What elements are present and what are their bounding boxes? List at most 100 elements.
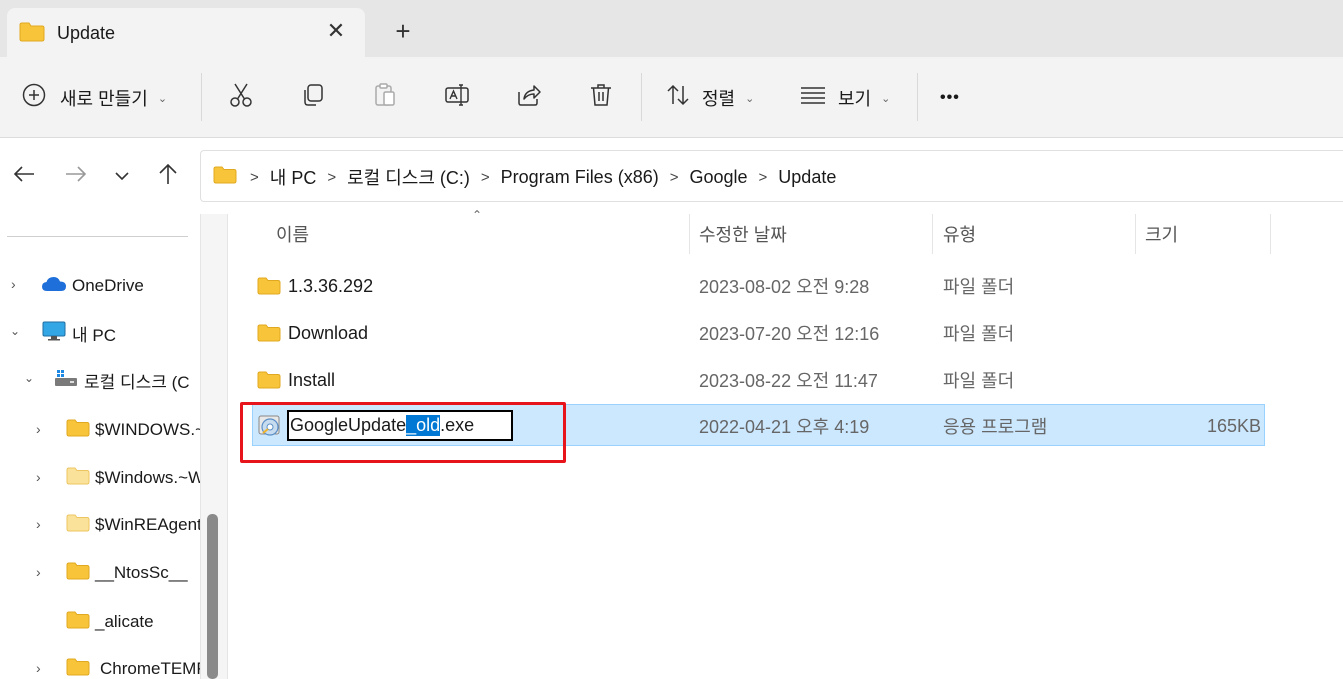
column-header-name[interactable]: 이름 <box>276 214 309 254</box>
rename-text-selected: _old <box>406 415 441 436</box>
breadcrumb-separator[interactable]: > <box>759 169 768 186</box>
folder-icon <box>19 22 45 47</box>
file-size: 165KB <box>1207 415 1262 436</box>
tab-bar: Update ✕ + <box>0 0 1343 57</box>
sidebar-item-folder[interactable]: $Windows.~WS <box>66 463 200 493</box>
drive-icon <box>54 368 78 393</box>
new-tab-button[interactable]: + <box>388 16 418 46</box>
column-divider[interactable] <box>1270 214 1271 254</box>
view-lines-icon <box>800 85 826 110</box>
toolbar-divider <box>201 73 202 121</box>
sort-button[interactable]: 정렬 ⌄ <box>666 57 754 138</box>
file-type: 파일 폴더 <box>943 277 1015 297</box>
new-button[interactable]: 새로 만들기 ⌄ <box>22 57 167 138</box>
column-divider[interactable] <box>689 214 690 254</box>
breadcrumb: > 내 PC > 로컬 디스크 (C:) > Program Files (x8… <box>213 151 836 203</box>
file-row[interactable]: Install 2023-08-22 오전 11:47 파일 폴더 <box>252 359 1265 401</box>
chevron-right-icon[interactable]: › <box>36 660 41 676</box>
more-options-button[interactable]: ••• <box>940 57 960 138</box>
sidebar-scrollbar-thumb[interactable] <box>207 514 218 679</box>
cut-button[interactable] <box>228 57 254 138</box>
file-modified: 2023-08-02 오전 9:28 <box>699 277 870 297</box>
chevron-down-icon <box>114 166 130 186</box>
view-label: 보기 <box>838 88 872 109</box>
column-header-size[interactable]: 크기 <box>1145 214 1178 254</box>
copy-button[interactable] <box>300 57 326 138</box>
chevron-down-icon[interactable]: ⌄ <box>24 371 34 385</box>
navigation-pane: › OneDrive ⌄ 내 PC ⌄ 로컬 디스크 (C › $WINDOWS… <box>0 214 228 679</box>
toolbar-divider <box>917 73 918 121</box>
sidebar-item-label: 내 PC <box>72 325 116 345</box>
chevron-right-icon[interactable]: › <box>36 564 41 580</box>
rename-input[interactable]: GoogleUpdate _old .exe <box>287 410 513 441</box>
file-name: 1.3.36.292 <box>288 275 374 296</box>
copy-icon <box>300 82 326 113</box>
column-divider[interactable] <box>932 214 933 254</box>
tab-update[interactable]: Update ✕ <box>7 8 365 57</box>
new-button-label: 새로 만들기 <box>60 88 148 109</box>
folder-icon <box>66 514 90 537</box>
breadcrumb-separator[interactable]: > <box>327 169 336 186</box>
folder-icon <box>213 166 237 189</box>
file-row[interactable]: 1.3.36.292 2023-08-02 오전 9:28 파일 폴더 <box>252 265 1265 307</box>
file-modified: 2023-08-22 오전 11:47 <box>699 371 878 391</box>
chevron-right-icon[interactable]: › <box>36 421 41 437</box>
arrow-up-icon <box>158 163 178 190</box>
sidebar-item-label: __NtosSc__ <box>95 563 188 582</box>
sidebar-item-label: $WinREAgent <box>95 515 200 534</box>
close-tab-icon[interactable]: ✕ <box>323 18 349 44</box>
file-type: 응용 프로그램 <box>943 417 1048 437</box>
arrow-left-icon <box>13 165 35 188</box>
recent-locations-button[interactable] <box>106 160 138 192</box>
tab-title: Update <box>57 23 116 43</box>
column-header-modified[interactable]: 수정한 날짜 <box>699 214 787 254</box>
paste-button[interactable] <box>372 57 398 138</box>
file-row-selected[interactable]: GoogleUpdate _old .exe 2022-04-21 오후 4:19 … <box>252 404 1265 446</box>
folder-icon <box>257 265 281 307</box>
chevron-right-icon[interactable]: › <box>11 276 16 292</box>
sidebar-item-my-pc[interactable]: 내 PC <box>42 318 116 348</box>
paste-icon <box>372 82 398 113</box>
breadcrumb-program-files[interactable]: Program Files (x86) <box>501 167 659 188</box>
command-bar: 새로 만들기 ⌄ 정렬 ⌄ 보기 ⌄ ••• <box>0 57 1343 138</box>
add-circle-icon <box>22 83 46 112</box>
view-button[interactable]: 보기 ⌄ <box>800 57 890 138</box>
chevron-right-icon[interactable]: › <box>36 516 41 532</box>
chevron-down-icon[interactable]: ⌄ <box>10 324 20 338</box>
breadcrumb-local-disk[interactable]: 로컬 디스크 (C:) <box>347 164 470 190</box>
rename-text-before: GoogleUpdate <box>290 415 407 435</box>
breadcrumb-separator[interactable]: > <box>670 169 679 186</box>
column-header-type[interactable]: 유형 <box>943 214 976 254</box>
breadcrumb-update[interactable]: Update <box>778 167 836 188</box>
breadcrumb-my-pc[interactable]: 내 PC <box>270 164 317 190</box>
sidebar-item-folder[interactable]: ChromeTEMP <box>66 654 200 679</box>
share-button[interactable] <box>516 57 542 138</box>
file-row[interactable]: Download 2023-07-20 오전 12:16 파일 폴더 <box>252 312 1265 354</box>
folder-icon <box>66 562 90 585</box>
breadcrumb-google[interactable]: Google <box>689 167 747 188</box>
navigation-bar: > 내 PC > 로컬 디스크 (C:) > Program Files (x8… <box>0 138 1343 214</box>
forward-button[interactable] <box>60 160 92 192</box>
breadcrumb-separator[interactable]: > <box>481 169 490 186</box>
sidebar-item-folder[interactable]: __NtosSc__ <box>66 558 188 588</box>
folder-icon <box>66 419 90 442</box>
address-bar[interactable]: > 내 PC > 로컬 디스크 (C:) > Program Files (x8… <box>200 150 1343 202</box>
sidebar-item-folder[interactable]: $WinREAgent <box>66 510 200 540</box>
rename-button[interactable] <box>444 57 470 138</box>
folder-icon <box>66 611 90 634</box>
arrow-right-icon <box>65 165 87 188</box>
chevron-down-icon: ⌄ <box>881 93 891 105</box>
sidebar-item-label: _alicate <box>95 612 154 631</box>
sidebar-item-folder[interactable]: _alicate <box>66 607 154 637</box>
chevron-right-icon[interactable]: › <box>36 469 41 485</box>
up-button[interactable] <box>152 160 184 192</box>
file-name: Install <box>288 369 336 390</box>
column-divider[interactable] <box>1135 214 1136 254</box>
delete-button[interactable] <box>588 57 614 138</box>
sidebar-item-onedrive[interactable]: OneDrive <box>41 271 144 301</box>
sidebar-item-local-disk[interactable]: 로컬 디스크 (C <box>54 365 190 395</box>
sort-ascending-icon: ⌃ <box>472 208 483 222</box>
back-button[interactable] <box>8 160 40 192</box>
rename-text-after: .exe <box>440 415 475 435</box>
sidebar-item-folder[interactable]: $WINDOWS.~BT <box>66 415 200 445</box>
